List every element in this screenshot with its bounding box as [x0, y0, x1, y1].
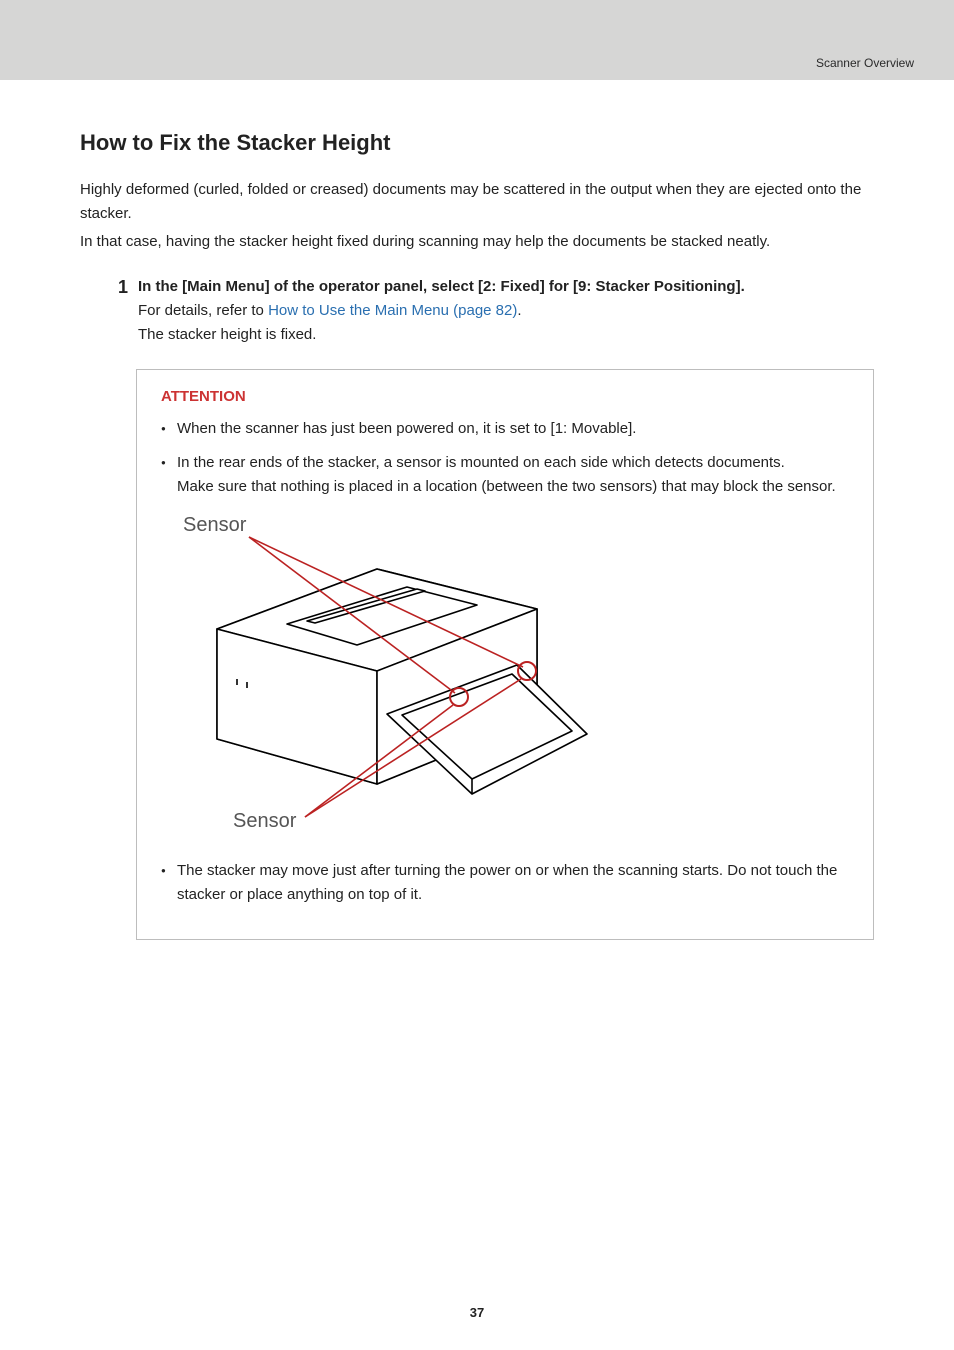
attention-item-2a: In the rear ends of the stacker, a senso… [177, 454, 785, 471]
attention-list: When the scanner has just been powered o… [161, 417, 849, 907]
diagram-label-bottom: Sensor [233, 810, 297, 832]
page: Scanner Overview How to Fix the Stacker … [0, 0, 954, 1350]
attention-box: ATTENTION When the scanner has just been… [136, 369, 874, 940]
step-body: In the [Main Menu] of the operator panel… [138, 276, 874, 940]
page-number: 37 [0, 1305, 954, 1320]
breadcrumb: Scanner Overview [816, 56, 914, 70]
attention-title: ATTENTION [161, 388, 849, 405]
intro-paragraph-2: In that case, having the stacker height … [80, 230, 874, 254]
content-area: How to Fix the Stacker Height Highly def… [0, 80, 954, 940]
attention-item-2: In the rear ends of the stacker, a senso… [161, 451, 849, 847]
main-menu-link[interactable]: How to Use the Main Menu (page 82) [268, 302, 517, 319]
step-number: 1 [106, 276, 128, 299]
step-result: The stacker height is fixed. [138, 323, 874, 347]
section-heading: How to Fix the Stacker Height [80, 130, 874, 156]
attention-item-3: The stacker may move just after turning … [161, 859, 849, 907]
header-band [0, 0, 954, 80]
intro-paragraph-1: Highly deformed (curled, folded or creas… [80, 178, 874, 226]
detail-suffix: . [517, 302, 521, 319]
intro-text: Highly deformed (curled, folded or creas… [80, 178, 874, 254]
attention-item-1: When the scanner has just been powered o… [161, 417, 849, 441]
step-instruction: In the [Main Menu] of the operator panel… [138, 276, 874, 299]
attention-item-2b: Make sure that nothing is placed in a lo… [177, 475, 849, 499]
step-1: 1 In the [Main Menu] of the operator pan… [106, 276, 874, 940]
diagram-label-top: Sensor [183, 514, 247, 536]
sensor-diagram: Sensor [177, 509, 849, 847]
detail-prefix: For details, refer to [138, 302, 268, 319]
step-detail: For details, refer to How to Use the Mai… [138, 299, 874, 323]
